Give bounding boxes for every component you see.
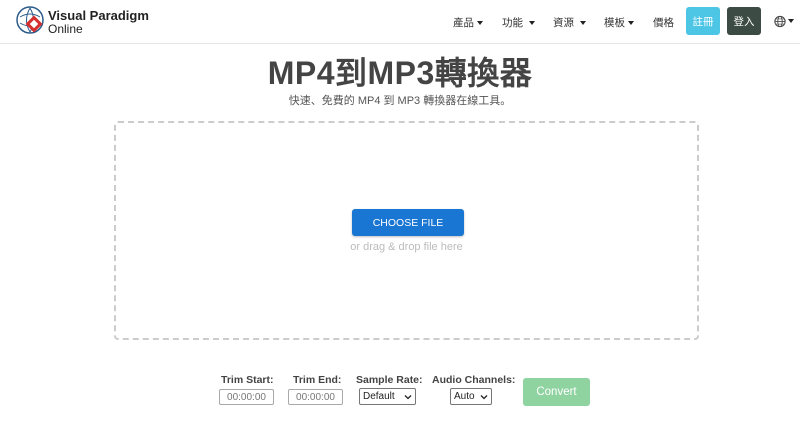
trim-end-label: Trim End: bbox=[293, 374, 342, 386]
sample-rate-value: Default bbox=[363, 391, 395, 402]
caret-down-icon bbox=[477, 20, 483, 25]
nav-item-label: 功能 bbox=[502, 17, 523, 29]
nav-item-products[interactable]: 產品 bbox=[453, 15, 483, 30]
caret-down-icon bbox=[580, 20, 586, 25]
page-subtitle: 快速、免費的 MP4 到 MP3 轉換器在線工具。 bbox=[288, 95, 512, 107]
audio-channels-label: Audio Channels: bbox=[432, 374, 516, 386]
nav-item-label: 產品 bbox=[453, 17, 474, 29]
trim-start-label: Trim Start: bbox=[221, 374, 274, 386]
audio-channels-select[interactable]: Auto bbox=[450, 388, 492, 405]
nav-item-label: 資源 bbox=[553, 17, 574, 29]
trim-start-input[interactable]: 00:00:00 bbox=[219, 389, 274, 405]
language-selector[interactable] bbox=[774, 13, 794, 29]
register-button[interactable]: 註冊 bbox=[686, 7, 720, 35]
drag-drop-hint: or drag & drop file here bbox=[350, 241, 463, 253]
logo-text-line1: Visual Paradigm bbox=[48, 8, 149, 23]
file-drop-zone[interactable]: CHOOSE FILE or drag & drop file here bbox=[114, 121, 699, 340]
logo-text-line2: Online bbox=[48, 22, 83, 36]
logo-mark-icon bbox=[16, 6, 44, 34]
nav-item-resources[interactable]: 資源 bbox=[553, 15, 586, 30]
nav-item-label: 價格 bbox=[653, 17, 674, 29]
audio-channels-value: Auto bbox=[454, 391, 475, 402]
page-title: MP4到MP3轉換器 bbox=[267, 55, 533, 91]
login-button[interactable]: 登入 bbox=[727, 7, 761, 35]
nav-item-label: 模板 bbox=[604, 17, 625, 29]
caret-down-icon bbox=[529, 20, 535, 25]
sample-rate-label: Sample Rate: bbox=[356, 374, 423, 386]
trim-end-input[interactable]: 00:00:00 bbox=[288, 389, 343, 405]
convert-button[interactable]: Convert bbox=[523, 378, 590, 406]
visual-paradigm-logo[interactable]: Visual Paradigm Online bbox=[16, 6, 149, 38]
caret-down-icon bbox=[628, 20, 634, 25]
nav-item-templates[interactable]: 模板 bbox=[604, 15, 634, 30]
chevron-down-icon bbox=[404, 395, 412, 400]
caret-down-icon bbox=[788, 19, 794, 23]
sample-rate-select[interactable]: Default bbox=[359, 388, 416, 405]
nav-item-features[interactable]: 功能 bbox=[502, 15, 535, 30]
chevron-down-icon bbox=[480, 395, 488, 400]
choose-file-button[interactable]: CHOOSE FILE bbox=[352, 209, 464, 236]
globe-icon bbox=[774, 15, 786, 27]
nav-item-pricing[interactable]: 價格 bbox=[653, 15, 674, 30]
top-navbar: Visual Paradigm Online 產品 功能 資源 模板 價格 註冊… bbox=[0, 0, 800, 44]
